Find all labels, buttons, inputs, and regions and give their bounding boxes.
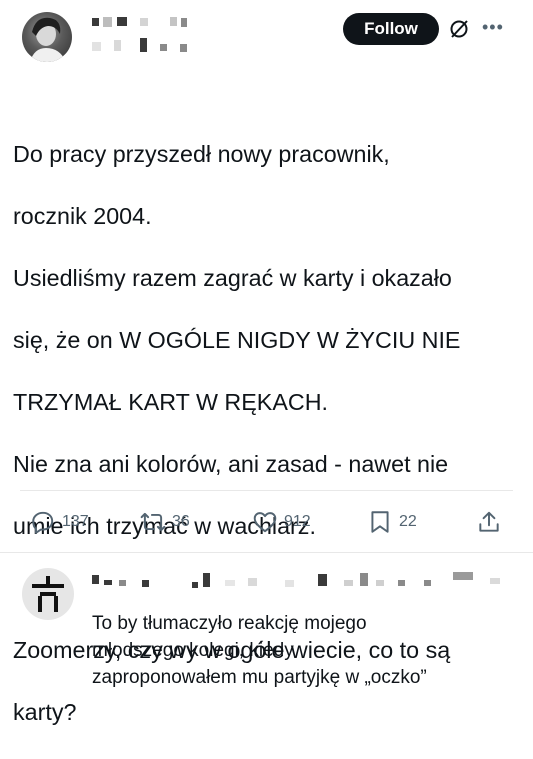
repost-action[interactable]: 36 [140,506,190,538]
grok-slash-icon[interactable] [448,18,470,40]
post-line: TRZYMAŁ KART W RĘKACH. [13,389,328,415]
post-line-blank [13,573,525,604]
like-action[interactable]: 912 [252,506,311,538]
post-line: rocznik 2004. [13,203,152,229]
more-dots-icon[interactable]: ••• [482,18,508,38]
bookmark-action[interactable]: 22 [367,506,417,538]
share-action[interactable] [476,506,502,538]
repost-icon [140,512,166,532]
post-line: Usiedliśmy razem zagrać w karty i okazał… [13,265,452,291]
reply-text: To by tłumaczyło reakcję mojego młodszeg… [92,610,522,691]
reply-line: młodszego kolegi, kiedy [92,640,294,661]
reply-icon [32,511,54,534]
reply-count: 137 [62,513,89,530]
share-icon [479,511,499,532]
post-line: Nie zna ani kolorów, ani zasad - nawet n… [13,451,449,477]
reply-line: To by tłumaczyło reakcję mojego [92,613,367,634]
author-avatar[interactable] [22,12,72,62]
post-line: karty? [13,699,77,725]
heart-icon [253,512,277,533]
bookmark-icon [371,511,389,533]
avatar-glyph-icon [32,576,64,612]
like-count: 912 [284,513,311,530]
repost-count: 36 [172,513,190,530]
section-divider [0,552,533,553]
reply-line: zaproponowałem mu partyjkę w „oczko” [92,667,427,688]
avatar-photo [30,17,66,62]
reply-author-avatar[interactable] [22,568,74,620]
post-line: się, że on W OGÓLE NIGDY W ŻYCIU NIE [13,327,461,353]
bookmark-count: 22 [399,513,417,530]
divider [20,490,513,491]
reply-action[interactable]: 137 [30,506,89,538]
follow-button[interactable]: Follow [343,13,439,45]
post-line: Do pracy przyszedł nowy pracownik, [13,141,390,167]
